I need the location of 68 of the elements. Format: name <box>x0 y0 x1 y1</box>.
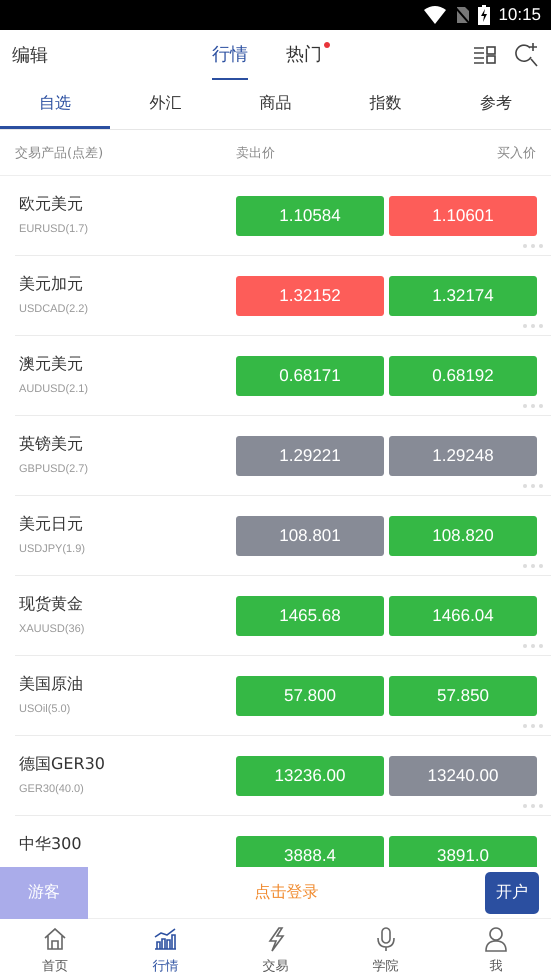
more-icon[interactable] <box>522 563 544 569</box>
instrument-name: 美元加元 <box>19 274 84 295</box>
more-icon[interactable] <box>522 723 544 729</box>
category-tab[interactable]: 商品 <box>220 80 331 129</box>
instrument-code: GBPUSD(2.7) <box>19 463 90 475</box>
no-sim-icon <box>454 6 470 24</box>
category-tab[interactable]: 参考 <box>440 80 551 129</box>
buy-price-button[interactable]: 1.29248 <box>389 436 537 476</box>
buy-price-button[interactable]: 3891.0 <box>389 836 537 867</box>
instrument-name: 欧元美元 <box>19 194 84 215</box>
buy-price-button[interactable]: 1466.04 <box>389 596 537 636</box>
instrument-code: EURUSD(1.7) <box>19 223 90 235</box>
nav-item[interactable]: 学院 <box>330 919 441 979</box>
more-icon[interactable] <box>522 243 544 249</box>
instrument-code: XAUUSD(36) <box>19 623 86 635</box>
column-header: 买入价 <box>497 144 536 162</box>
top-tab[interactable]: 热门 <box>286 30 322 80</box>
sell-price-button[interactable]: 3888.4 <box>236 836 384 867</box>
column-header: 卖出价 <box>236 144 275 162</box>
buy-price-button[interactable]: 1.10601 <box>389 196 537 236</box>
open-account-button[interactable]: 开户 <box>485 872 539 914</box>
sell-price-button[interactable]: 1.10584 <box>236 196 384 236</box>
edit-button[interactable]: 编辑 <box>12 43 48 67</box>
instrument-code: USDJPY(1.9) <box>19 543 86 555</box>
nav-item[interactable]: 行情 <box>110 919 220 979</box>
more-icon[interactable] <box>522 483 544 489</box>
more-icon[interactable] <box>522 323 544 329</box>
instrument-code: GER30(40.0) <box>19 783 85 795</box>
buy-price-button[interactable]: 0.68192 <box>389 356 537 396</box>
instrument-name: 澳元美元 <box>19 354 84 375</box>
buy-price-button[interactable]: 108.820 <box>389 516 537 556</box>
category-tab[interactable]: 指数 <box>330 80 441 129</box>
column-header: 交易产品(点差) <box>15 144 104 162</box>
more-icon[interactable] <box>522 803 544 809</box>
buy-price-button[interactable]: 13240.00 <box>389 756 537 796</box>
category-tab[interactable]: 外汇 <box>110 80 220 129</box>
sell-price-button[interactable]: 0.68171 <box>236 356 384 396</box>
instrument-name: 英镑美元 <box>19 434 84 455</box>
instrument-name: 现货黄金 <box>19 594 84 615</box>
top-tab[interactable]: 行情 <box>212 30 248 80</box>
login-link[interactable]: 点击登录 <box>88 881 485 904</box>
nav-item[interactable]: 首页 <box>0 919 110 979</box>
nav-item[interactable]: 交易 <box>220 919 331 979</box>
instrument-name: 中华300 <box>19 834 83 855</box>
nav-item[interactable]: 我 <box>440 919 551 979</box>
instrument-name: 美元日元 <box>19 514 84 535</box>
search-icon[interactable] <box>513 42 539 68</box>
more-icon[interactable] <box>522 643 544 649</box>
sell-price-button[interactable]: 1465.68 <box>236 596 384 636</box>
buy-price-button[interactable]: 57.850 <box>389 676 537 716</box>
sell-price-button[interactable]: 1.29221 <box>236 436 384 476</box>
sell-price-button[interactable]: 108.801 <box>236 516 384 556</box>
instrument-code: USOil(5.0) <box>19 703 72 715</box>
category-tab[interactable]: 自选 <box>0 80 110 129</box>
clock-time: 10:15 <box>498 5 541 25</box>
buy-price-button[interactable]: 1.32174 <box>389 276 537 316</box>
instrument-code: USDCAD(2.2) <box>19 303 90 315</box>
instrument-name: 德国GER30 <box>19 754 106 775</box>
list-layout-icon[interactable] <box>473 45 497 65</box>
instrument-code: AUDUSD(2.1) <box>19 383 90 395</box>
battery-charging-icon <box>478 5 490 25</box>
sell-price-button[interactable]: 1.32152 <box>236 276 384 316</box>
guest-button[interactable]: 游客 <box>0 866 88 918</box>
sell-price-button[interactable]: 57.800 <box>236 676 384 716</box>
instrument-name: 美国原油 <box>19 674 84 695</box>
sell-price-button[interactable]: 13236.00 <box>236 756 384 796</box>
more-icon[interactable] <box>522 403 544 409</box>
wifi-icon <box>424 6 446 24</box>
